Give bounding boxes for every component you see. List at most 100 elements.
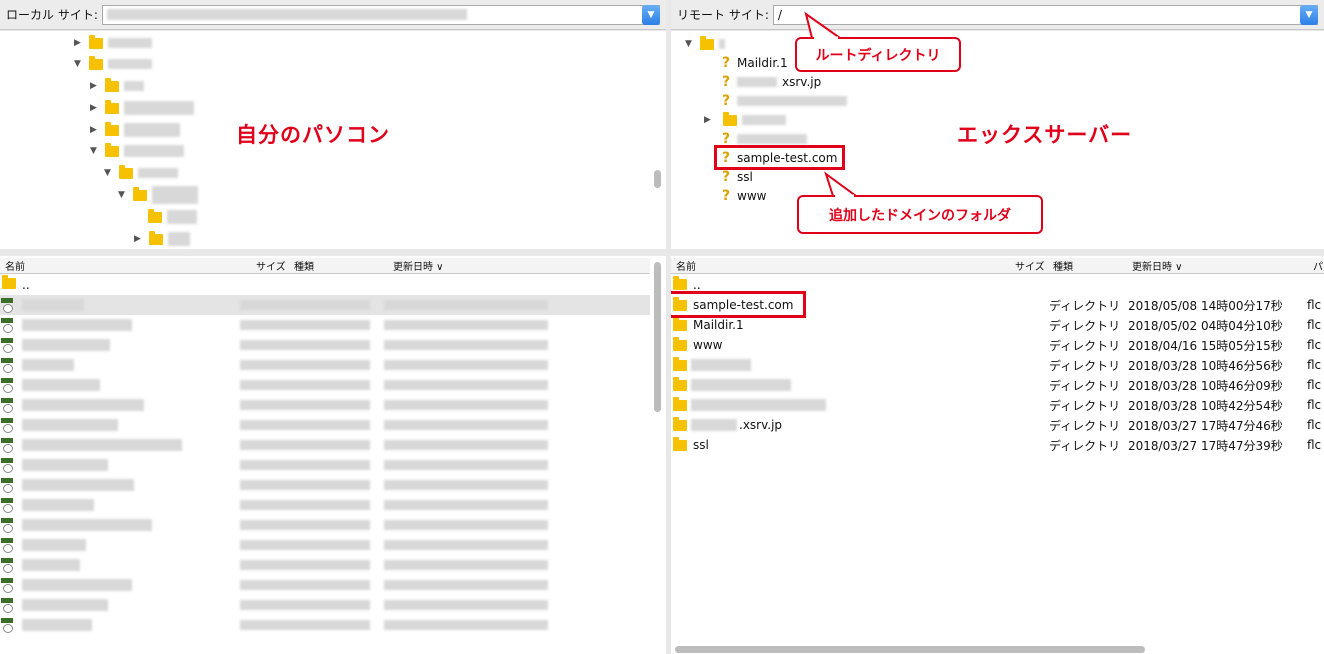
expand-arrow-icon[interactable]: ▶ — [90, 81, 100, 91]
remote-site-dropdown-button[interactable]: ▼ — [1300, 4, 1318, 25]
folder-icon — [723, 111, 737, 126]
file-icon — [1, 518, 15, 533]
redacted-name — [22, 379, 100, 391]
col-perm-header[interactable]: パ — [1313, 258, 1323, 273]
expand-arrow-icon[interactable]: ▶ — [74, 38, 84, 48]
root-directory-callout: ルートディレクトリ — [795, 37, 961, 72]
file-modified: 2018/03/28 10時42分54秒 — [1128, 398, 1283, 413]
redacted-meta — [240, 380, 370, 390]
col-type-header[interactable]: 種類 — [294, 258, 314, 273]
folder-icon — [673, 437, 687, 451]
redacted-meta — [240, 300, 370, 310]
col-type-header[interactable]: 種類 — [1053, 258, 1073, 273]
folder-icon — [2, 275, 16, 289]
file-modified: 2018/03/27 17時47分39秒 — [1128, 438, 1283, 453]
file-icon — [1, 538, 15, 553]
remote-tree-item[interactable]: xsrv.jp — [782, 75, 821, 89]
remote-tree-item[interactable]: Maildir.1 — [737, 56, 788, 70]
folder-icon — [673, 357, 687, 371]
folder-icon — [673, 397, 687, 411]
col-name-header[interactable]: 名前 — [5, 258, 25, 273]
table-row[interactable] — [0, 315, 650, 335]
file-owner: flc — [1307, 378, 1322, 392]
expand-arrow-icon[interactable]: ▶ — [134, 234, 144, 244]
redacted-date — [384, 580, 548, 590]
redacted-date — [384, 620, 548, 630]
table-row[interactable]: ディレクトリ 2018/03/28 10時42分54秒 flc — [671, 395, 1324, 415]
col-modified-header[interactable]: 更新日時 ∨ — [393, 258, 444, 273]
redacted-meta — [240, 400, 370, 410]
file-icon — [1, 498, 15, 513]
local-site-label: ローカル サイト: — [6, 8, 98, 22]
file-type: ディレクトリ — [1049, 358, 1121, 373]
file-type: ディレクトリ — [1049, 398, 1121, 413]
local-file-list-pane[interactable]: 名前 サイズ 種類 更新日時 ∨ .. — [0, 256, 666, 654]
collapse-arrow-icon[interactable]: ▼ — [90, 146, 100, 156]
redacted-name — [22, 479, 134, 491]
remote-tree-item[interactable]: ssl — [737, 170, 753, 184]
local-list-scrollbar[interactable] — [654, 262, 661, 412]
remote-site-input[interactable]: / ▼ — [772, 4, 1318, 25]
file-modified: 2018/05/08 14時00分17秒 — [1128, 298, 1283, 313]
table-row[interactable] — [0, 455, 650, 475]
table-row[interactable]: Maildir.1 ディレクトリ 2018/05/02 04時04分10秒 flc — [671, 315, 1324, 335]
file-modified: 2018/05/02 04時04分10秒 — [1128, 318, 1283, 333]
col-modified-header[interactable]: 更新日時 ∨ — [1132, 258, 1183, 273]
table-row[interactable] — [0, 515, 650, 535]
file-type: ディレクトリ — [1049, 318, 1121, 333]
folder-icon — [673, 317, 687, 331]
table-row[interactable] — [0, 495, 650, 515]
file-type: ディレクトリ — [1049, 418, 1121, 433]
collapse-arrow-icon[interactable]: ▼ — [74, 59, 84, 69]
collapse-arrow-icon[interactable]: ▼ — [104, 168, 114, 178]
redacted-meta — [240, 620, 370, 630]
local-overlay-label: 自分のパソコン — [236, 123, 390, 147]
table-row[interactable] — [0, 415, 650, 435]
table-row[interactable] — [0, 335, 650, 355]
local-site-input[interactable]: ▼ — [101, 4, 660, 25]
table-row[interactable] — [0, 615, 650, 635]
table-row[interactable] — [0, 595, 650, 615]
file-name: .xsrv.jp — [739, 418, 783, 432]
folder-icon — [105, 77, 119, 92]
redacted-name — [22, 499, 94, 511]
local-site-dropdown-button[interactable]: ▼ — [642, 4, 660, 25]
remote-horizontal-scrollbar[interactable] — [675, 646, 1145, 653]
list-item[interactable]: .. — [0, 275, 650, 295]
remote-tree-item[interactable]: www — [737, 189, 766, 203]
table-row[interactable] — [0, 435, 650, 455]
table-row[interactable] — [0, 475, 650, 495]
highlight-box — [714, 145, 845, 170]
table-row[interactable]: ディレクトリ 2018/03/28 10時46分56秒 flc — [671, 355, 1324, 375]
expand-arrow-icon[interactable]: ▶ — [90, 125, 100, 135]
table-row[interactable]: .xsrv.jp ディレクトリ 2018/03/27 17時47分46秒 flc — [671, 415, 1324, 435]
table-row[interactable]: www ディレクトリ 2018/04/16 15時05分15秒 flc — [671, 335, 1324, 355]
redacted-date — [384, 560, 548, 570]
table-row[interactable] — [0, 375, 650, 395]
local-tree-pane[interactable]: ▶ ▼ ▶ ▶ ▶ ▼ ▼ ▼ ▶ 自分のパソコン — [0, 31, 666, 249]
file-icon — [1, 418, 15, 433]
table-row[interactable]: ssl ディレクトリ 2018/03/27 17時47分39秒 flc — [671, 435, 1324, 455]
added-domain-callout: 追加したドメインのフォルダ — [797, 195, 1043, 234]
parent-entry: .. — [22, 278, 30, 292]
redacted-name — [22, 559, 80, 571]
table-row[interactable] — [0, 395, 650, 415]
table-row[interactable] — [0, 295, 650, 315]
table-row[interactable] — [0, 575, 650, 595]
table-row[interactable] — [0, 555, 650, 575]
local-tree-scrollbar[interactable] — [654, 170, 661, 188]
folder-icon — [700, 35, 714, 50]
expand-arrow-icon[interactable]: ▶ — [90, 103, 100, 113]
expand-arrow-icon[interactable]: ▶ — [704, 115, 714, 125]
col-size-header[interactable]: サイズ — [1015, 258, 1045, 273]
remote-file-list-pane[interactable]: 名前 サイズ 種類 更新日時 ∨ パ .. sample-test.com ディレ… — [671, 256, 1324, 654]
redacted-date — [384, 480, 548, 490]
table-row[interactable]: ディレクトリ 2018/03/28 10時46分09秒 flc — [671, 375, 1324, 395]
table-row[interactable] — [0, 535, 650, 555]
file-name: www — [693, 338, 723, 352]
col-name-header[interactable]: 名前 — [676, 258, 696, 273]
table-row[interactable] — [0, 355, 650, 375]
collapse-arrow-icon[interactable]: ▼ — [685, 39, 695, 49]
col-size-header[interactable]: サイズ — [256, 258, 286, 273]
collapse-arrow-icon[interactable]: ▼ — [118, 190, 128, 200]
